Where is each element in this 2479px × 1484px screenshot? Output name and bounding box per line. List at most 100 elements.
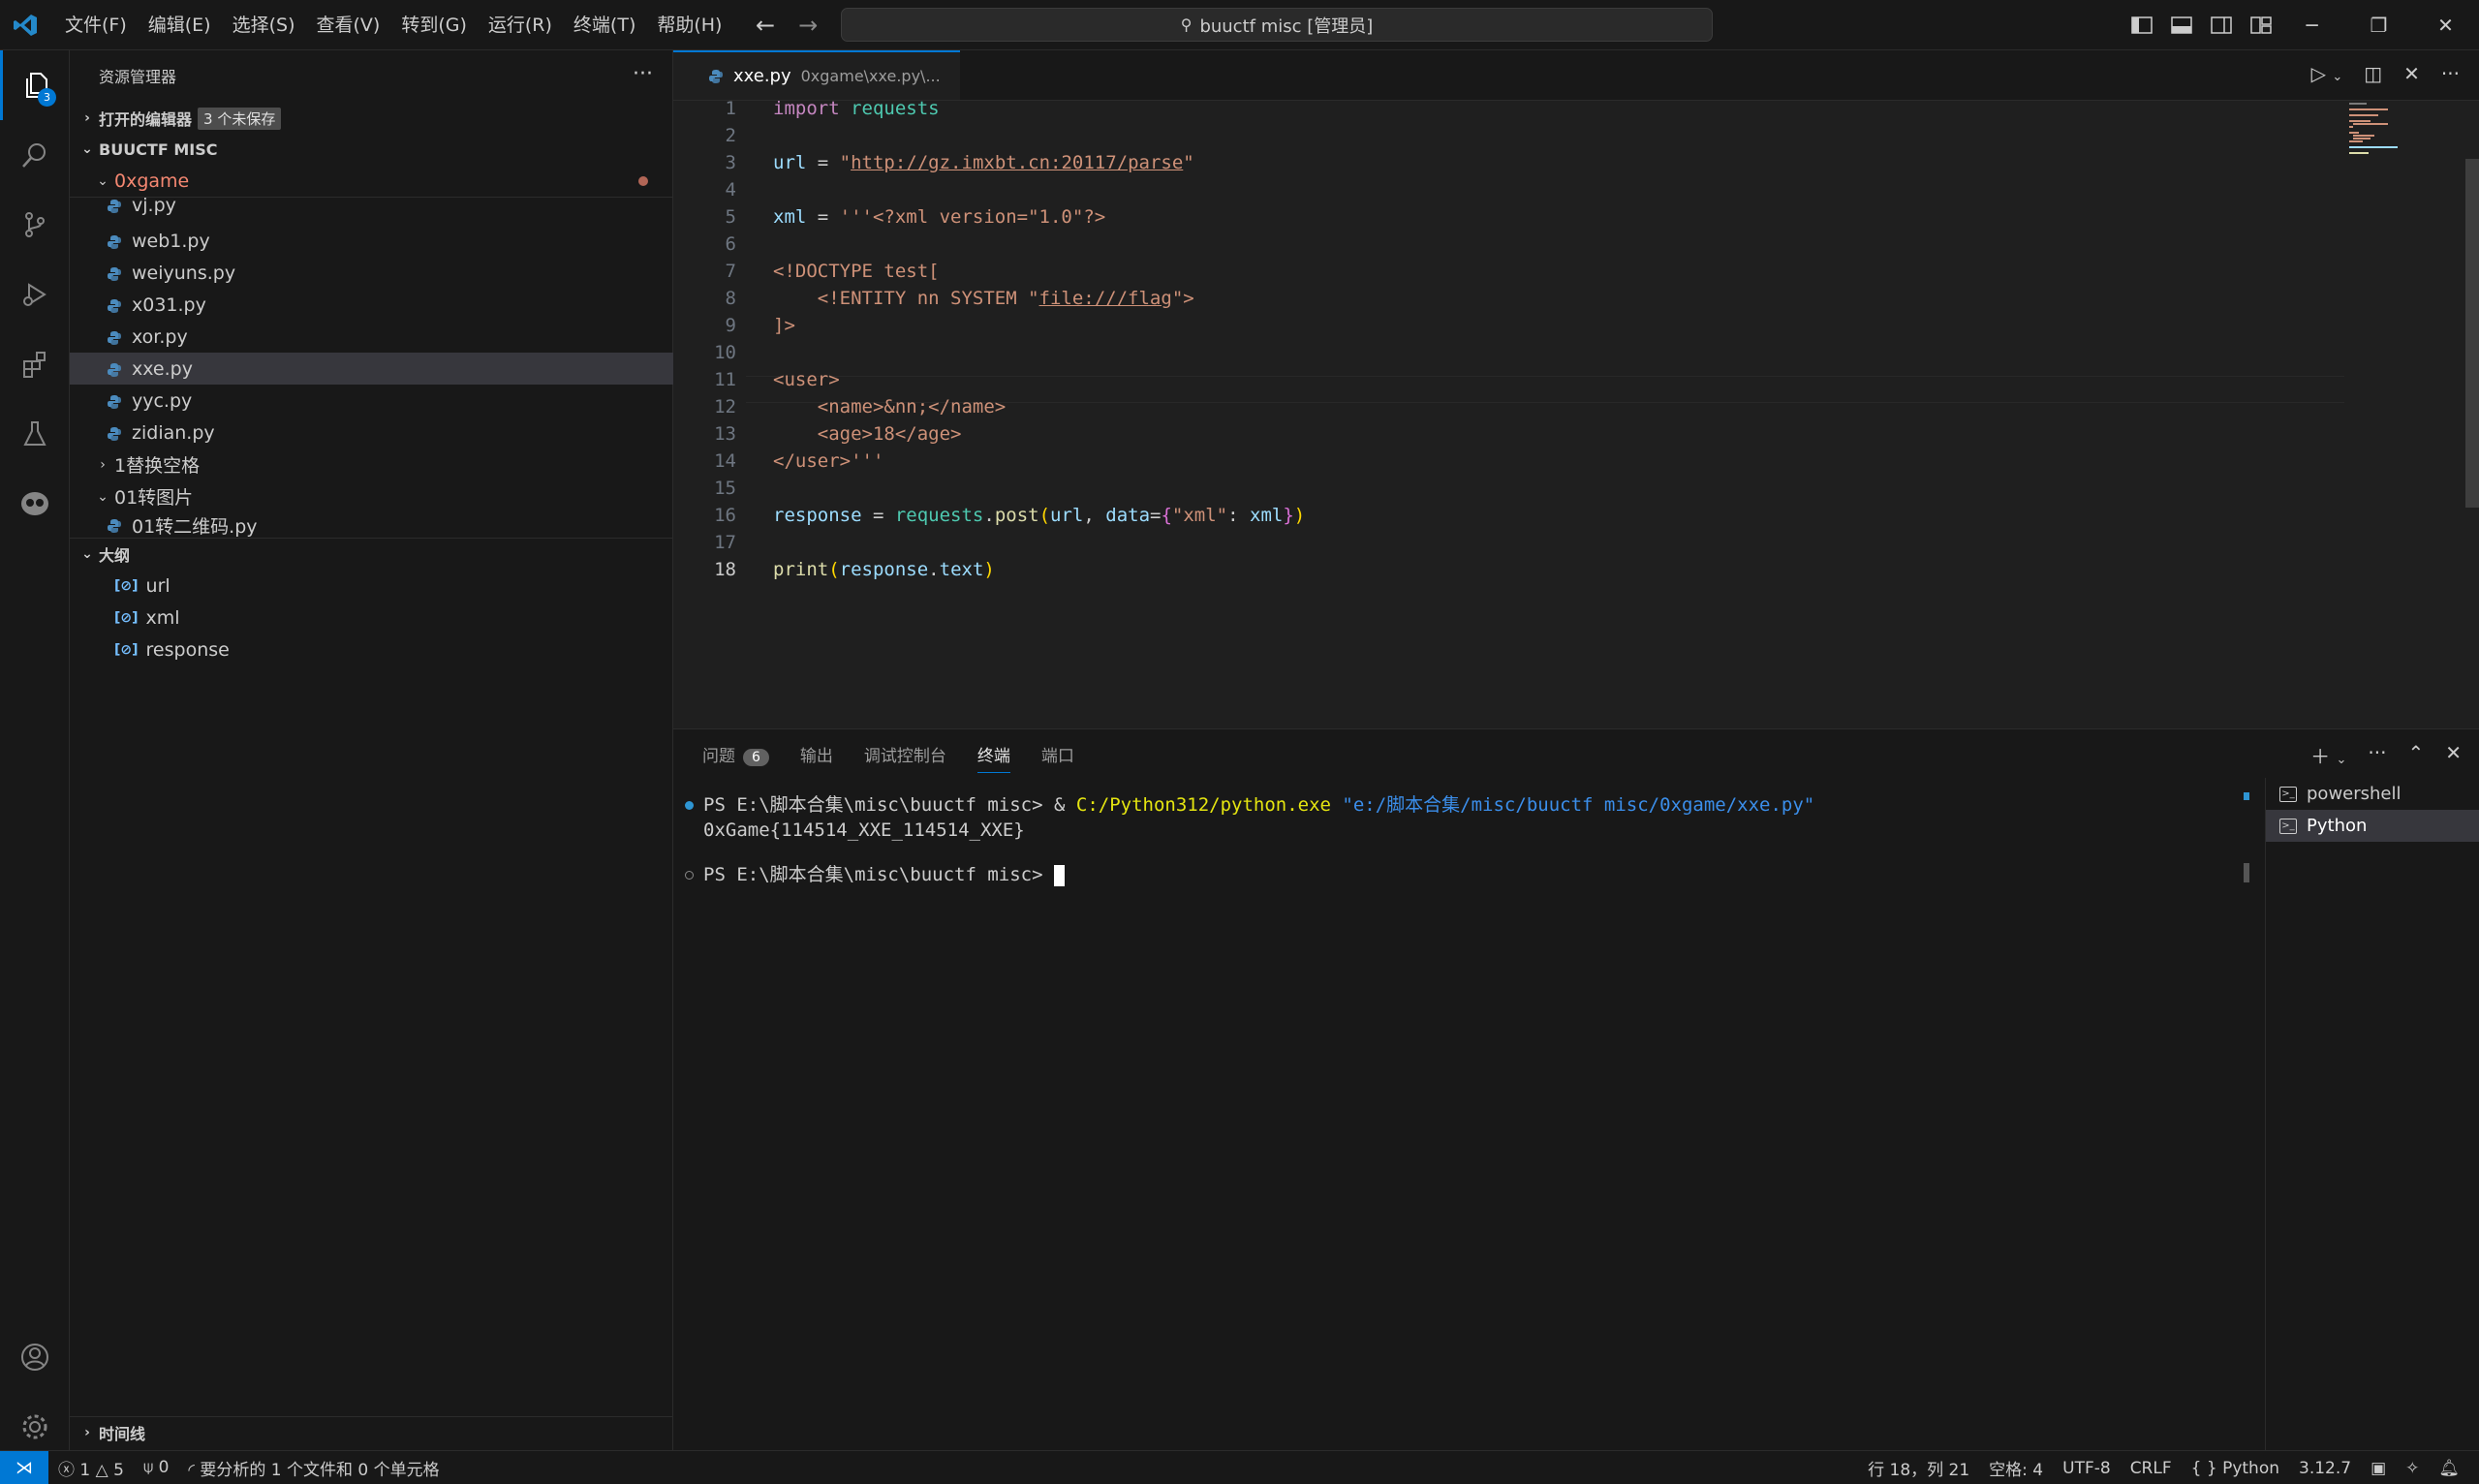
file-x031-py[interactable]: x031.py	[70, 289, 673, 321]
toggle-primary-sidebar-icon[interactable]	[2131, 16, 2153, 34]
minimap[interactable]	[2349, 101, 2465, 198]
terminal-item-powershell[interactable]: >_ powershell	[2266, 778, 2479, 810]
outline-item-response[interactable]: [⊘] response	[70, 634, 673, 665]
python-version[interactable]: 3.12.7	[2289, 1459, 2361, 1478]
testing-flask-icon[interactable]	[0, 399, 70, 469]
title-bar: 文件(F) 编辑(E) 选择(S) 查看(V) 转到(G) 运行(R) 终端(T…	[0, 0, 2479, 50]
code-token: )	[1293, 505, 1306, 526]
editor-scrollbar[interactable]	[2465, 159, 2479, 508]
command-center-search[interactable]: ⚲ buuctf misc [管理员]	[841, 8, 1713, 42]
tab-ports[interactable]: 端口	[1041, 742, 1074, 766]
outline-item-xml[interactable]: [⊘] xml	[70, 602, 673, 634]
menu-help[interactable]: 帮助(H)	[646, 0, 732, 50]
terminal-output[interactable]: PS E:\脚本合集\misc\buuctf misc> & C:/Python…	[683, 792, 1942, 887]
toggle-panel-icon[interactable]	[2171, 16, 2192, 34]
menu-edit[interactable]: 编辑(E)	[138, 0, 222, 50]
restore-icon[interactable]: ❐	[2345, 0, 2412, 50]
menu-view[interactable]: 查看(V)	[306, 0, 391, 50]
file-web1-py[interactable]: web1.py	[70, 225, 673, 257]
file-zidian-py[interactable]: zidian.py	[70, 417, 673, 448]
menu-terminal[interactable]: 终端(T)	[563, 0, 646, 50]
code-token: <user>	[773, 369, 840, 390]
maximize-panel-icon[interactable]: ⌃	[2407, 741, 2424, 769]
new-terminal-icon[interactable]: ＋ ⌄	[2310, 741, 2346, 769]
menu-selection[interactable]: 选择(S)	[222, 0, 306, 50]
search-view-icon[interactable]	[0, 120, 70, 190]
back-arrow-icon[interactable]: ←	[756, 12, 775, 39]
copilot-icon[interactable]: ▣	[2361, 1459, 2396, 1478]
run-debug-icon[interactable]	[0, 260, 70, 329]
cursor-position[interactable]: 行 18，列 21	[1858, 1456, 1979, 1480]
file-yyc-py[interactable]: yyc.py	[70, 385, 673, 417]
github-copilot-icon[interactable]	[0, 469, 70, 539]
line-ending[interactable]: CRLF	[2121, 1459, 2182, 1478]
notifications-bell-icon[interactable]: 🔔︎	[2429, 1459, 2469, 1478]
minimize-icon[interactable]: ─	[2278, 0, 2345, 50]
tab-terminal[interactable]: 终端	[976, 742, 1010, 773]
line-number: 15	[714, 478, 736, 499]
code-token: ,	[1083, 505, 1106, 526]
menu-file[interactable]: 文件(F)	[54, 0, 138, 50]
close-editor-icon[interactable]: ✕	[2403, 62, 2420, 85]
accounts-icon[interactable]	[0, 1322, 70, 1392]
forward-arrow-icon[interactable]: →	[798, 12, 818, 39]
close-window-icon[interactable]: ✕	[2412, 0, 2479, 50]
file-weiyuns-py[interactable]: weiyuns.py	[70, 257, 673, 289]
workspace-section[interactable]: ⌄ BUUCTF MISC	[70, 134, 673, 165]
ports-status[interactable]: ⍦ 0	[134, 1458, 178, 1477]
outline-section[interactable]: ⌄ 大纲	[70, 539, 673, 570]
explorer-icon[interactable]: 3	[0, 50, 70, 120]
language-mode[interactable]: { } Python	[2182, 1459, 2289, 1478]
code-token: <name>&nn;</name>	[773, 396, 1007, 417]
remote-indicator-icon[interactable]: ⋊	[0, 1450, 48, 1484]
code-token: "xml"	[1171, 505, 1228, 526]
problems-status[interactable]: ⓧ 1 △ 5	[48, 1456, 134, 1480]
terminal-list: >_ powershell >_ Python	[2265, 778, 2479, 1451]
activity-bar: 3	[0, 50, 70, 1450]
code-link[interactable]: file:///flag	[1039, 288, 1172, 309]
tab-label: 问题	[702, 746, 735, 766]
folder-to-image[interactable]: ⌄ 01转图片	[70, 480, 673, 512]
encoding[interactable]: UTF-8	[2053, 1459, 2121, 1478]
python-file-icon	[107, 198, 122, 213]
extensions-icon[interactable]	[0, 329, 70, 399]
customize-layout-icon[interactable]	[2250, 16, 2272, 34]
file-xor-py[interactable]: xor.py	[70, 321, 673, 353]
more-actions-icon[interactable]: ···	[2368, 741, 2386, 769]
split-editor-icon[interactable]: ◫	[2364, 62, 2382, 85]
feedback-icon[interactable]: ✧	[2396, 1459, 2429, 1478]
folder-replace-space[interactable]: › 1替换空格	[70, 448, 673, 480]
timeline-section[interactable]: › 时间线	[70, 1417, 673, 1448]
source-control-icon[interactable]	[0, 190, 70, 260]
folder-label: 01转图片	[114, 487, 194, 509]
analysis-status[interactable]: ◜ 要分析的 1 个文件和 0 个单元格	[178, 1456, 449, 1480]
menu-go[interactable]: 转到(G)	[390, 0, 478, 50]
file-qrcode-py[interactable]: 01转二维码.py	[70, 512, 673, 538]
open-editors-section[interactable]: › 打开的编辑器 3 个未保存	[70, 103, 673, 134]
code-token: xml	[773, 206, 807, 228]
tab-output[interactable]: 输出	[800, 742, 833, 766]
file-vj-py[interactable]: vj.py	[70, 193, 673, 218]
close-panel-icon[interactable]: ✕	[2445, 741, 2462, 769]
tab-problems[interactable]: 问题 6	[702, 742, 769, 766]
code-token: }	[1283, 505, 1294, 526]
file-xxe-py[interactable]: xxe.py	[70, 353, 673, 385]
code-editor[interactable]: 1 import requests 2 3 url = "http://gz.imx…	[673, 101, 2479, 728]
code-token: "	[1183, 152, 1194, 173]
tab-debug-console[interactable]: 调试控制台	[864, 742, 946, 766]
more-actions-icon[interactable]: ···	[633, 62, 653, 86]
terminal-scrollbar[interactable]	[2244, 863, 2249, 882]
tab-xxe-py[interactable]: xxe.py 0xgame\xxe.py\...	[673, 50, 960, 100]
outline-item-url[interactable]: [⊘] url	[70, 570, 673, 602]
more-actions-icon[interactable]: ···	[2441, 62, 2460, 85]
terminal-item-python[interactable]: >_ Python	[2266, 810, 2479, 842]
code-token: text	[939, 559, 984, 580]
toggle-secondary-sidebar-icon[interactable]	[2211, 16, 2232, 34]
chevron-down-icon: ⌄	[81, 546, 93, 562]
code-token: import	[773, 101, 840, 119]
menu-run[interactable]: 运行(R)	[478, 0, 563, 50]
code-link[interactable]: http://gz.imxbt.cn:20117/parse	[851, 152, 1183, 173]
run-python-file-icon[interactable]: ▷ ⌄	[2311, 62, 2343, 85]
indentation[interactable]: 空格: 4	[1979, 1456, 2053, 1480]
explorer-badge: 3	[38, 88, 56, 107]
